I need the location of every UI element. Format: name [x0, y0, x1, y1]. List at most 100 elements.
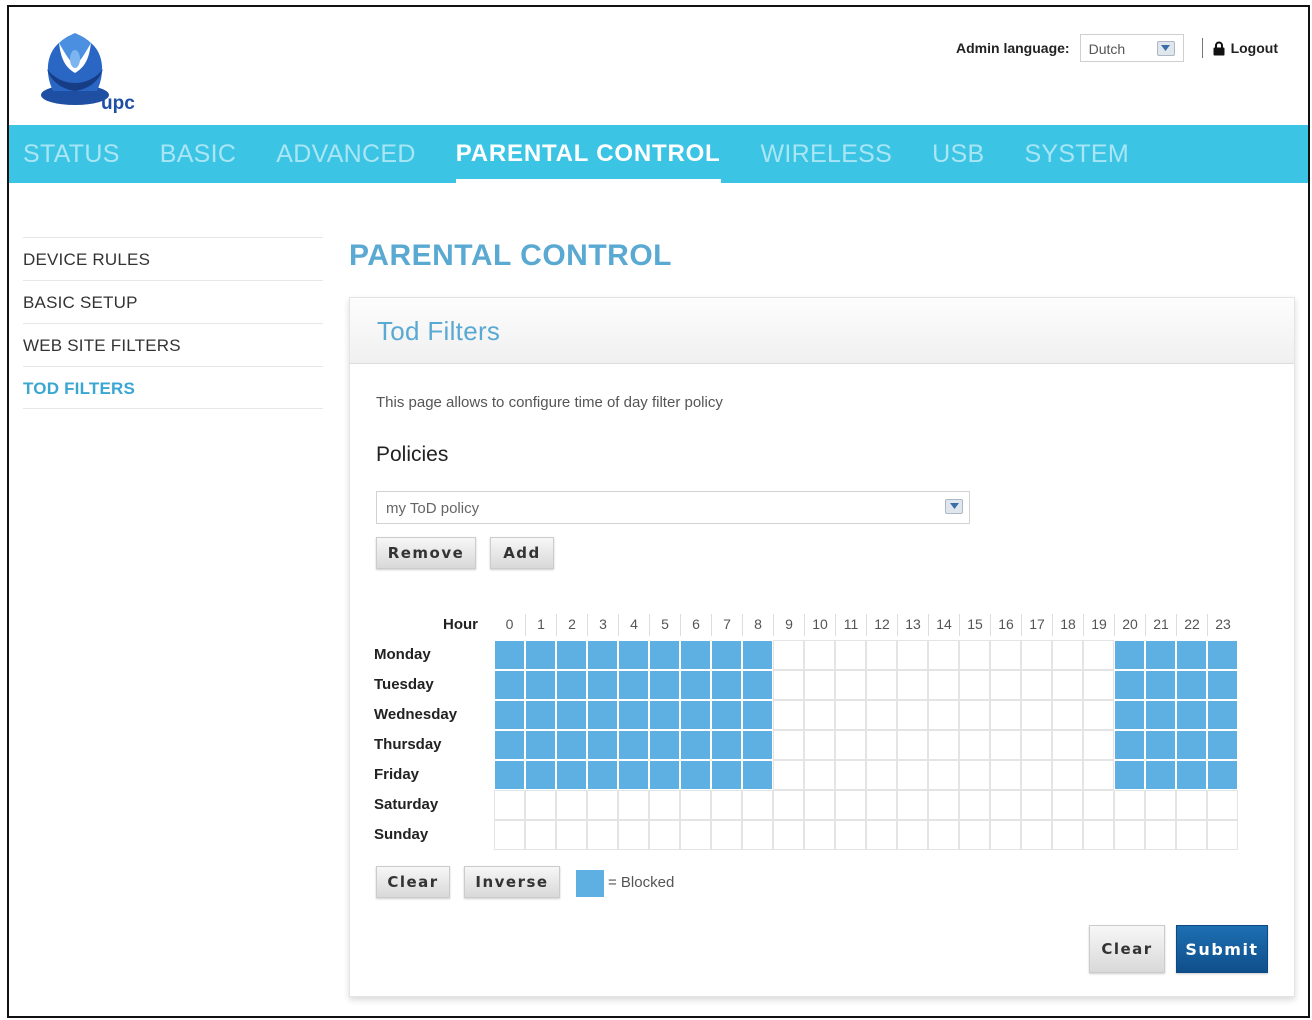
schedule-cell[interactable] — [1052, 640, 1083, 670]
schedule-cell[interactable] — [618, 760, 649, 790]
schedule-cell[interactable] — [587, 670, 618, 700]
add-button[interactable]: Add — [490, 537, 554, 569]
schedule-cell[interactable] — [897, 820, 928, 850]
schedule-cell[interactable] — [1145, 640, 1176, 670]
nav-status[interactable]: STATUS — [23, 125, 120, 183]
schedule-cell[interactable] — [1021, 670, 1052, 700]
schedule-cell[interactable] — [1145, 700, 1176, 730]
schedule-cell[interactable] — [835, 730, 866, 760]
schedule-cell[interactable] — [1052, 820, 1083, 850]
schedule-cell[interactable] — [649, 760, 680, 790]
schedule-cell[interactable] — [618, 670, 649, 700]
schedule-cell[interactable] — [525, 760, 556, 790]
schedule-cell[interactable] — [990, 700, 1021, 730]
schedule-cell[interactable] — [1145, 730, 1176, 760]
schedule-cell[interactable] — [556, 820, 587, 850]
schedule-cell[interactable] — [928, 790, 959, 820]
schedule-cell[interactable] — [711, 640, 742, 670]
schedule-cell[interactable] — [1207, 730, 1238, 760]
schedule-cell[interactable] — [680, 820, 711, 850]
clear-button[interactable]: Clear — [1089, 925, 1165, 973]
schedule-cell[interactable] — [804, 640, 835, 670]
sidebar-item-basic-setup[interactable]: BASIC SETUP — [23, 280, 323, 323]
sidebar-item-device-rules[interactable]: DEVICE RULES — [23, 237, 323, 280]
schedule-cell[interactable] — [897, 730, 928, 760]
inverse-button[interactable]: Inverse — [464, 866, 560, 898]
nav-basic[interactable]: BASIC — [160, 125, 237, 183]
schedule-cell[interactable] — [897, 700, 928, 730]
schedule-cell[interactable] — [959, 640, 990, 670]
schedule-cell[interactable] — [711, 790, 742, 820]
schedule-cell[interactable] — [556, 640, 587, 670]
schedule-cell[interactable] — [649, 640, 680, 670]
schedule-cell[interactable] — [742, 670, 773, 700]
schedule-cell[interactable] — [1114, 700, 1145, 730]
schedule-cell[interactable] — [804, 820, 835, 850]
schedule-cell[interactable] — [680, 790, 711, 820]
schedule-cell[interactable] — [959, 820, 990, 850]
schedule-cell[interactable] — [649, 700, 680, 730]
schedule-cell[interactable] — [618, 700, 649, 730]
schedule-cell[interactable] — [897, 760, 928, 790]
schedule-cell[interactable] — [990, 760, 1021, 790]
schedule-cell[interactable] — [1207, 670, 1238, 700]
sidebar-item-web-site-filters[interactable]: WEB SITE FILTERS — [23, 323, 323, 366]
schedule-cell[interactable] — [990, 820, 1021, 850]
sidebar-item-tod-filters[interactable]: TOD FILTERS — [23, 366, 323, 409]
schedule-cell[interactable] — [680, 760, 711, 790]
schedule-cell[interactable] — [1176, 700, 1207, 730]
clear-schedule-button[interactable]: Clear — [376, 866, 450, 898]
schedule-cell[interactable] — [556, 760, 587, 790]
submit-button[interactable]: Submit — [1176, 925, 1268, 973]
nav-advanced[interactable]: ADVANCED — [276, 125, 415, 183]
schedule-cell[interactable] — [556, 790, 587, 820]
schedule-cell[interactable] — [990, 640, 1021, 670]
schedule-cell[interactable] — [1145, 670, 1176, 700]
schedule-cell[interactable] — [990, 670, 1021, 700]
nav-parental-control[interactable]: PARENTAL CONTROL — [455, 125, 721, 183]
schedule-cell[interactable] — [618, 790, 649, 820]
schedule-cell[interactable] — [804, 790, 835, 820]
schedule-cell[interactable] — [494, 790, 525, 820]
schedule-cell[interactable] — [835, 700, 866, 730]
schedule-cell[interactable] — [1176, 820, 1207, 850]
schedule-cell[interactable] — [711, 730, 742, 760]
admin-language-select[interactable]: Dutch — [1079, 34, 1184, 62]
schedule-cell[interactable] — [1083, 640, 1114, 670]
schedule-cell[interactable] — [587, 760, 618, 790]
schedule-cell[interactable] — [928, 700, 959, 730]
schedule-cell[interactable] — [959, 700, 990, 730]
schedule-cell[interactable] — [711, 700, 742, 730]
schedule-cell[interactable] — [556, 670, 587, 700]
schedule-cell[interactable] — [1145, 760, 1176, 790]
schedule-cell[interactable] — [525, 820, 556, 850]
schedule-cell[interactable] — [1052, 790, 1083, 820]
schedule-cell[interactable] — [866, 700, 897, 730]
schedule-cell[interactable] — [1083, 700, 1114, 730]
schedule-cell[interactable] — [1114, 790, 1145, 820]
schedule-cell[interactable] — [1207, 640, 1238, 670]
schedule-cell[interactable] — [835, 760, 866, 790]
schedule-cell[interactable] — [1052, 700, 1083, 730]
schedule-cell[interactable] — [866, 820, 897, 850]
schedule-cell[interactable] — [897, 640, 928, 670]
schedule-cell[interactable] — [835, 820, 866, 850]
schedule-cell[interactable] — [928, 760, 959, 790]
logout-link[interactable]: Logout — [1231, 40, 1278, 56]
chevron-down-icon[interactable] — [1156, 41, 1175, 56]
schedule-cell[interactable] — [959, 760, 990, 790]
schedule-cell[interactable] — [587, 820, 618, 850]
schedule-cell[interactable] — [990, 730, 1021, 760]
schedule-cell[interactable] — [1114, 640, 1145, 670]
schedule-cell[interactable] — [773, 640, 804, 670]
schedule-cell[interactable] — [1052, 760, 1083, 790]
schedule-cell[interactable] — [1083, 790, 1114, 820]
schedule-cell[interactable] — [1021, 790, 1052, 820]
schedule-cell[interactable] — [1083, 820, 1114, 850]
nav-usb[interactable]: USB — [932, 125, 984, 183]
schedule-cell[interactable] — [649, 790, 680, 820]
schedule-cell[interactable] — [680, 640, 711, 670]
schedule-cell[interactable] — [773, 790, 804, 820]
schedule-cell[interactable] — [1176, 670, 1207, 700]
schedule-cell[interactable] — [649, 730, 680, 760]
